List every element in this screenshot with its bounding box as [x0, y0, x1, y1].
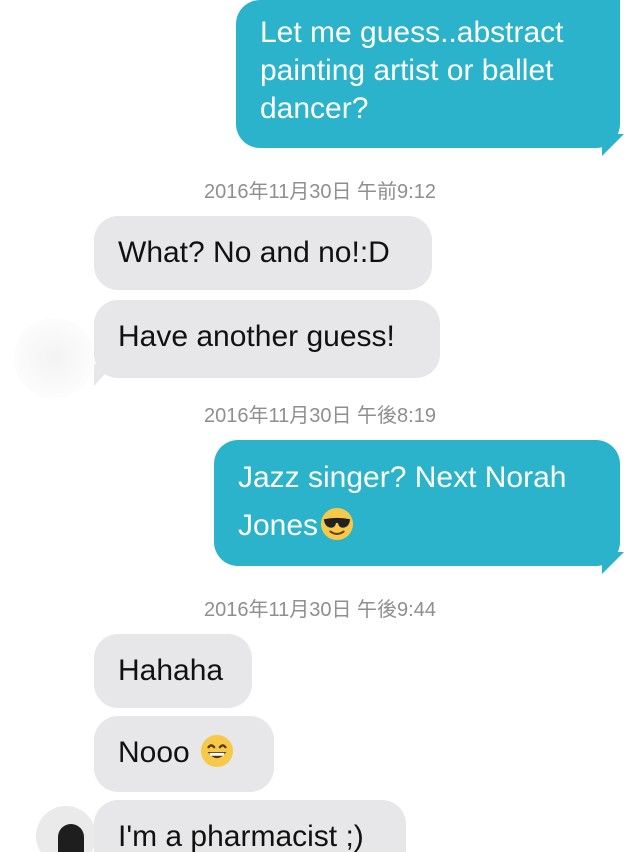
- message-text: Let me guess..abstract painting artist o…: [260, 16, 564, 125]
- message-text-line: Jazz singer? Next Norah: [238, 461, 567, 494]
- message-text-line: Nooo: [118, 734, 250, 772]
- sunglasses-emoji-icon: [321, 507, 354, 541]
- grinning-emoji-icon: [201, 734, 234, 768]
- chat-thread: Let me guess..abstract painting artist o…: [0, 0, 640, 852]
- received-message-bubble[interactable]: Have another guess!: [94, 300, 440, 378]
- timestamp: 2016年11月30日 午後9:44: [204, 599, 436, 621]
- message-text-line: Jones: [238, 502, 596, 550]
- sent-message-bubble[interactable]: Jazz singer? Next Norah Jones: [214, 440, 620, 566]
- received-message-bubble[interactable]: Hahaha: [94, 634, 252, 708]
- timestamp: 2016年11月30日 午前9:12: [204, 181, 436, 203]
- message-text: Hahaha: [118, 654, 224, 687]
- contact-avatar[interactable]: [36, 806, 96, 852]
- message-text: Have another guess!: [118, 320, 395, 353]
- message-text: I'm a pharmacist ;): [118, 820, 364, 852]
- received-message-bubble[interactable]: Nooo: [94, 716, 274, 792]
- contact-avatar[interactable]: [14, 318, 94, 398]
- timestamp: 2016年11月30日 午後8:19: [204, 405, 436, 427]
- received-message-bubble[interactable]: What? No and no!:D: [94, 216, 432, 290]
- message-text: Jones: [238, 509, 319, 542]
- message-text: Nooo: [118, 736, 190, 769]
- message-text: What? No and no!:D: [118, 236, 390, 269]
- sent-message-bubble[interactable]: Let me guess..abstract painting artist o…: [236, 0, 620, 148]
- received-message-bubble[interactable]: I'm a pharmacist ;): [94, 800, 406, 852]
